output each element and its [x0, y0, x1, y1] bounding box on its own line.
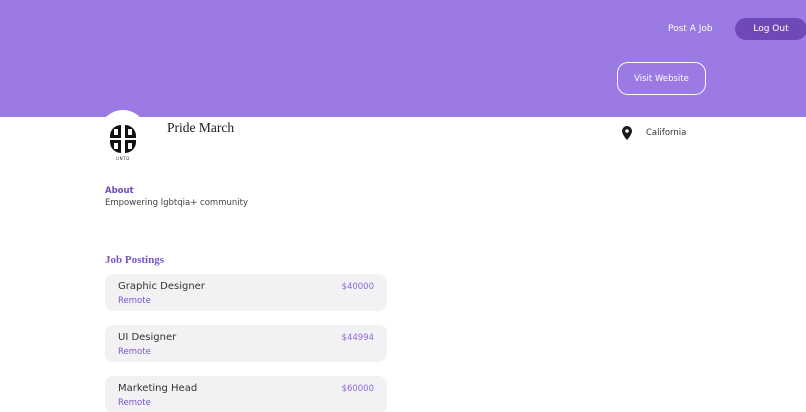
- avatar: UNTD: [99, 110, 147, 166]
- job-postings-heading: Job Postings: [105, 254, 164, 266]
- job-location: Remote: [118, 296, 151, 306]
- job-title: Marketing Head: [118, 383, 198, 394]
- location: California: [622, 126, 686, 140]
- job-location: Remote: [118, 398, 151, 408]
- about-text: Empowering lgbtqia+ community: [105, 198, 248, 208]
- job-title: Graphic Designer: [118, 281, 205, 292]
- job-salary: $60000: [341, 384, 374, 394]
- org-name: Pride March: [167, 120, 235, 135]
- job-card[interactable]: Graphic Designer Remote $40000: [105, 274, 387, 311]
- header-banner: Post A Job Log Out Visit Website: [0, 0, 806, 117]
- logo-text: UNTD: [116, 156, 130, 161]
- logout-button[interactable]: Log Out: [735, 18, 806, 40]
- org-logo-icon: UNTD: [110, 125, 136, 161]
- visit-website-button[interactable]: Visit Website: [617, 62, 706, 95]
- location-text: California: [646, 128, 687, 138]
- job-salary: $44994: [341, 333, 374, 343]
- location-pin-icon: [622, 126, 632, 140]
- job-salary: $40000: [341, 282, 374, 292]
- post-job-link[interactable]: Post A Job: [668, 24, 713, 34]
- about-heading: About: [105, 186, 134, 196]
- job-card[interactable]: Marketing Head Remote $60000: [105, 376, 387, 412]
- job-title: UI Designer: [118, 332, 177, 343]
- job-card[interactable]: UI Designer Remote $44994: [105, 325, 387, 362]
- job-location: Remote: [118, 347, 151, 357]
